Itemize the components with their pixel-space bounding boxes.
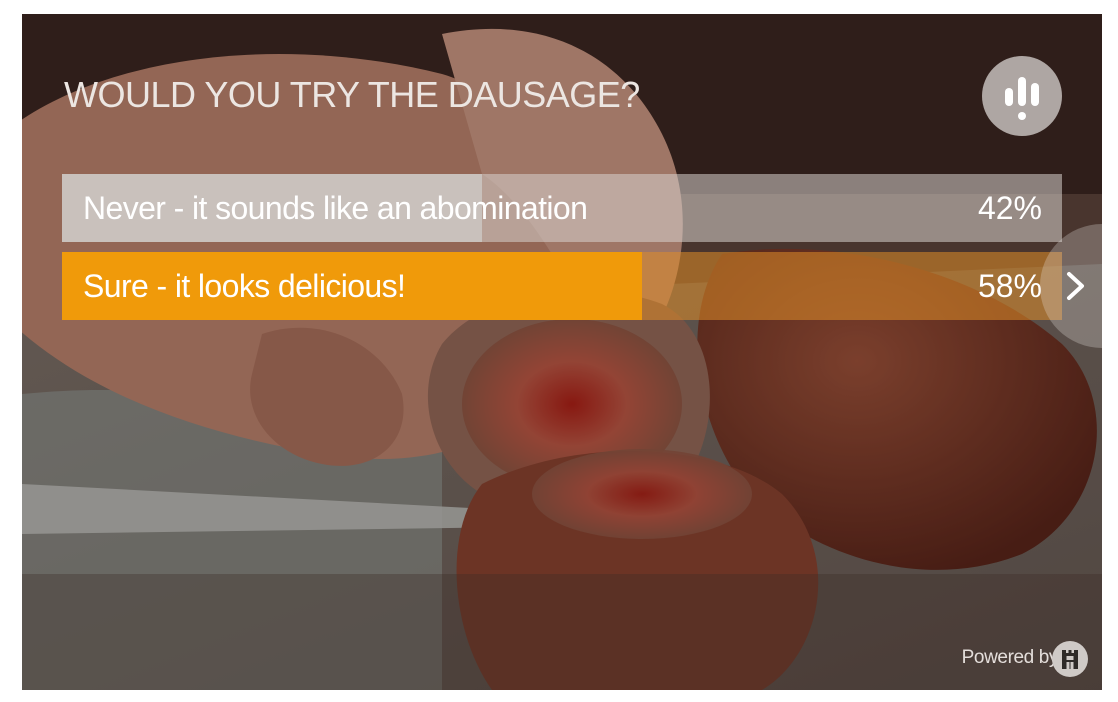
poll-option-never[interactable]: Never - it sounds like an abomination 42… (62, 174, 1062, 242)
option-label: Sure - it looks delicious! (83, 268, 406, 304)
chevron-right-icon (1067, 272, 1084, 300)
brand-badge-icon[interactable] (1052, 641, 1088, 677)
poll-question: WOULD YOU TRY THE DAUSAGE? (64, 74, 640, 115)
option-percent: 42% (977, 190, 1042, 226)
option-label: Never - it sounds like an abomination (83, 190, 588, 226)
poll-widget: WOULD YOU TRY THE DAUSAGE? Never - it so… (22, 14, 1102, 690)
powered-by-text: Powered by (961, 647, 1059, 668)
option-percent: 58% (977, 268, 1042, 304)
brand-badge-glyph (1062, 650, 1078, 669)
poll-logo-glyph (1005, 77, 1039, 120)
poll-option-sure[interactable]: Sure - it looks delicious! 58% (62, 252, 1062, 320)
poll-logo-icon[interactable] (982, 56, 1062, 136)
